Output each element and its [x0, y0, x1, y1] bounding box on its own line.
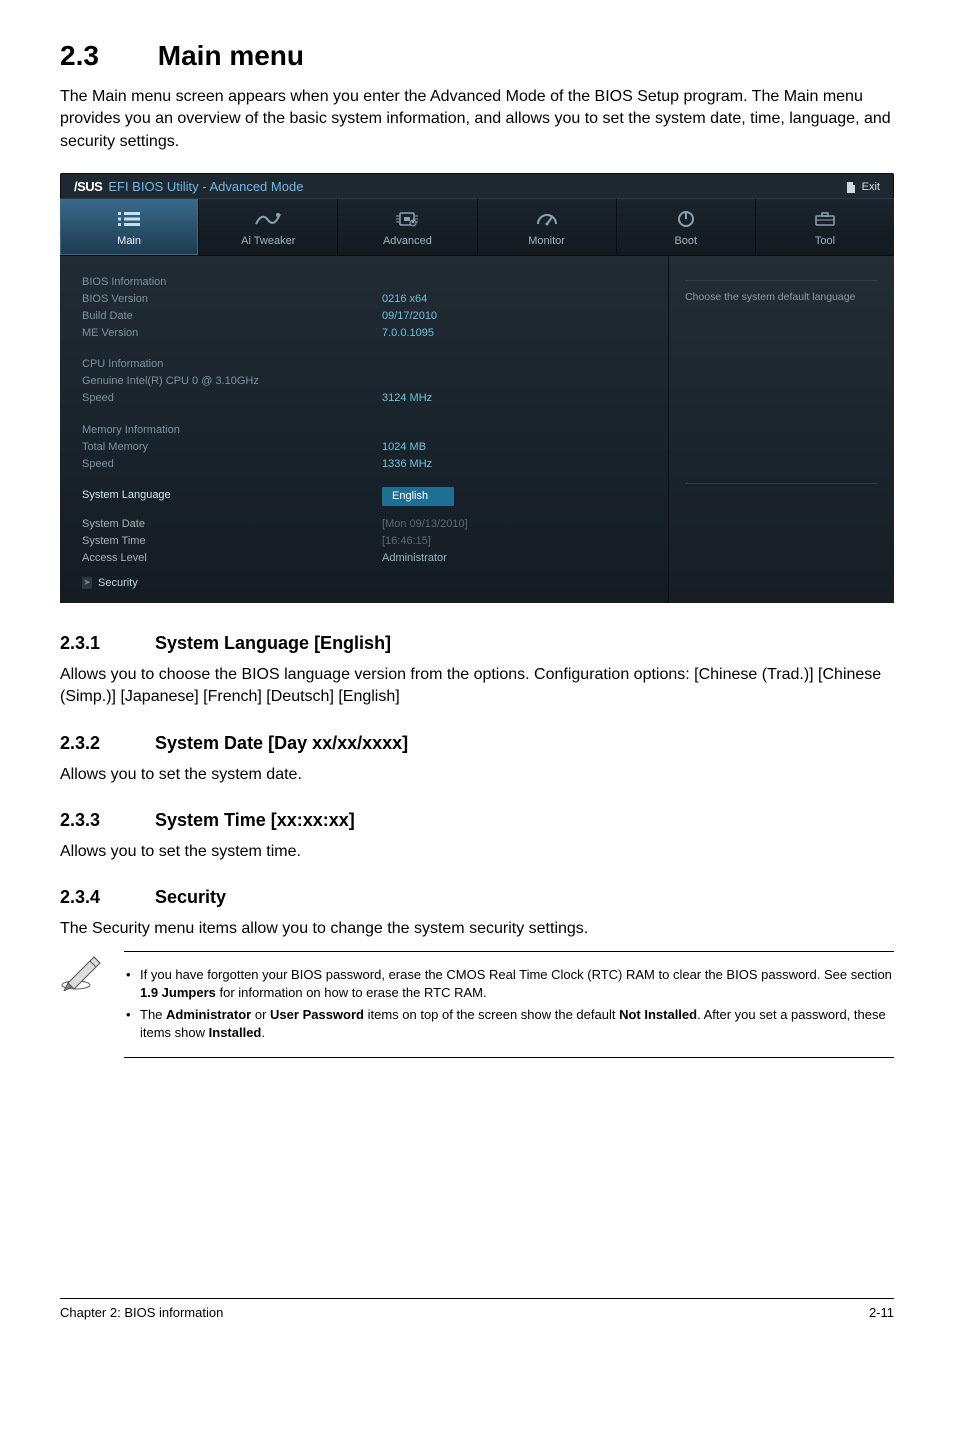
system-time-value: [16:46:15]	[382, 533, 431, 550]
help-text: Choose the system default language	[685, 291, 878, 303]
build-date-value: 09/17/2010	[382, 308, 437, 325]
note2-f: Not Installed	[619, 1007, 697, 1022]
bios-main-panel: BIOS Information BIOS Version0216 x64 Bu…	[60, 256, 669, 603]
brand-text: /SUS	[74, 179, 102, 194]
cpu-speed-label: Speed	[82, 390, 382, 407]
sub-title-2: System Date [Day xx/xx/xxxx]	[155, 733, 408, 753]
sub-title-3: System Time [xx:xx:xx]	[155, 810, 355, 830]
note1-a: If you have forgotten your BIOS password…	[140, 967, 892, 982]
system-language-value: English	[382, 487, 454, 506]
memory-speed-value: 1336 MHz	[382, 456, 432, 473]
tweaker-icon	[254, 209, 282, 229]
tab-advanced-label: Advanced	[383, 235, 432, 247]
sub-num-3: 2.3.3	[60, 810, 150, 831]
section-intro: The Main menu screen appears when you en…	[60, 86, 894, 153]
subsection-2-3-1: 2.3.1 System Language [English]	[60, 633, 894, 654]
list-icon	[118, 209, 140, 229]
sub-title-4: Security	[155, 887, 226, 907]
note-item-1: If you have forgotten your BIOS password…	[124, 966, 894, 1002]
bios-tab-bar: Main Ai Tweaker Advanced Monitor Boot	[60, 198, 894, 256]
sub-body-2: Allows you to set the system date.	[60, 764, 894, 786]
system-time-label: System Time	[82, 533, 382, 550]
tab-monitor[interactable]: Monitor	[478, 199, 617, 255]
footer-right: 2-11	[869, 1305, 894, 1320]
access-level-value: Administrator	[382, 550, 447, 567]
bios-title-bar: /SUS EFI BIOS Utility - Advanced Mode Ex…	[60, 173, 894, 198]
pencil-icon	[60, 951, 106, 996]
utility-title: EFI BIOS Utility - Advanced Mode	[108, 179, 303, 194]
bios-help-panel: Choose the system default language	[669, 256, 894, 603]
tab-tool-label: Tool	[815, 235, 835, 247]
note-item-2: The Administrator or User Password items…	[124, 1006, 894, 1042]
me-version-label: ME Version	[82, 325, 382, 342]
tab-ai-tweaker[interactable]: Ai Tweaker	[199, 199, 338, 255]
note2-i: .	[261, 1025, 265, 1040]
sub-body-1: Allows you to choose the BIOS language v…	[60, 664, 894, 709]
section-heading: 2.3 Main menu	[60, 40, 894, 72]
note1-c: for information on how to erase the RTC …	[216, 985, 487, 1000]
tab-advanced[interactable]: Advanced	[338, 199, 477, 255]
memory-speed-label: Speed	[82, 456, 382, 473]
tab-ai-tweaker-label: Ai Tweaker	[241, 235, 295, 247]
cpu-speed-value: 3124 MHz	[382, 390, 432, 407]
tab-main-label: Main	[117, 235, 141, 247]
subsection-2-3-4: 2.3.4 Security	[60, 887, 894, 908]
sub-body-4: The Security menu items allow you to cha…	[60, 918, 894, 940]
total-memory-value: 1024 MB	[382, 439, 426, 456]
gauge-icon	[536, 209, 558, 229]
subsection-2-3-2: 2.3.2 System Date [Day xx/xx/xxxx]	[60, 733, 894, 754]
system-date-row[interactable]: System Date[Mon 09/13/2010]	[82, 516, 648, 533]
tab-monitor-label: Monitor	[528, 235, 565, 247]
note-block: If you have forgotten your BIOS password…	[60, 951, 894, 1058]
note-content: If you have forgotten your BIOS password…	[124, 951, 894, 1058]
bios-logo: /SUS EFI BIOS Utility - Advanced Mode	[74, 179, 303, 194]
system-date-value: [Mon 09/13/2010]	[382, 516, 468, 533]
cpu-info-header: CPU Information	[82, 356, 382, 373]
system-time-row[interactable]: System Time[16:46:15]	[82, 533, 648, 550]
build-date-label: Build Date	[82, 308, 382, 325]
chip-icon	[396, 209, 418, 229]
sub-num-1: 2.3.1	[60, 633, 150, 654]
toolbox-icon	[814, 209, 836, 229]
note2-h: Installed	[209, 1025, 262, 1040]
tab-tool[interactable]: Tool	[756, 199, 894, 255]
system-language-label: System Language	[82, 487, 382, 506]
sub-num-4: 2.3.4	[60, 887, 150, 908]
bios-version-value: 0216 x64	[382, 291, 427, 308]
subsection-2-3-3: 2.3.3 System Time [xx:xx:xx]	[60, 810, 894, 831]
bios-version-label: BIOS Version	[82, 291, 382, 308]
tab-boot[interactable]: Boot	[617, 199, 756, 255]
sub-body-3: Allows you to set the system time.	[60, 841, 894, 863]
me-version-value: 7.0.0.1095	[382, 325, 434, 342]
cpu-model: Genuine Intel(R) CPU 0 @ 3.10GHz	[82, 373, 382, 390]
section-title-text: Main menu	[158, 40, 304, 71]
page-footer: Chapter 2: BIOS information 2-11	[60, 1298, 894, 1320]
total-memory-label: Total Memory	[82, 439, 382, 456]
note2-b: Administrator	[166, 1007, 251, 1022]
note2-e: items on top of the screen show the defa…	[364, 1007, 619, 1022]
exit-icon	[846, 181, 856, 193]
section-number: 2.3	[60, 40, 150, 72]
footer-left: Chapter 2: BIOS information	[60, 1305, 223, 1320]
exit-label: Exit	[862, 181, 880, 193]
tab-boot-label: Boot	[674, 235, 697, 247]
exit-button[interactable]: Exit	[846, 181, 880, 193]
security-label: Security	[98, 577, 138, 589]
chevron-right-icon: ➤	[82, 577, 92, 589]
security-submenu[interactable]: ➤ Security	[82, 577, 648, 589]
bios-info-header: BIOS Information	[82, 274, 382, 291]
note1-b: 1.9 Jumpers	[140, 985, 216, 1000]
system-language-row[interactable]: System Language English	[82, 487, 648, 506]
sub-title-1: System Language [English]	[155, 633, 391, 653]
access-level-label: Access Level	[82, 550, 382, 567]
power-icon	[676, 209, 696, 229]
bios-screenshot: /SUS EFI BIOS Utility - Advanced Mode Ex…	[60, 173, 894, 603]
note2-c: or	[251, 1007, 270, 1022]
system-date-label: System Date	[82, 516, 382, 533]
note2-d: User Password	[270, 1007, 364, 1022]
memory-info-header: Memory Information	[82, 422, 382, 439]
sub-num-2: 2.3.2	[60, 733, 150, 754]
note2-a: The	[140, 1007, 166, 1022]
tab-main[interactable]: Main	[60, 199, 199, 255]
